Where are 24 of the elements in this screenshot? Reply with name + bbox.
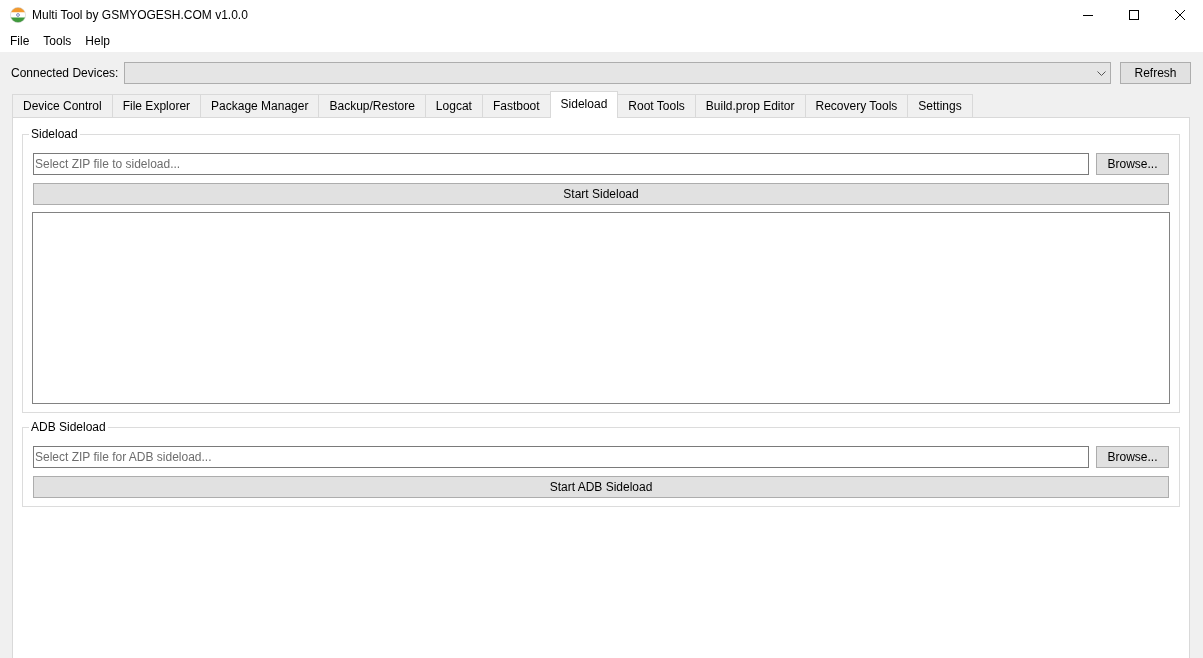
maximize-icon [1129,10,1139,20]
devices-label: Connected Devices: [11,66,119,80]
caret-icon [1097,70,1106,76]
browse-button[interactable]: Browse... [1096,153,1169,175]
browse-button[interactable]: Browse... [1096,446,1169,468]
group-title: ADB Sideload [30,420,107,435]
tab[interactable]: Settings [907,94,973,117]
file-path-field[interactable]: Select ZIP file to sideload... [33,153,1089,175]
tab[interactable]: Sideload [549,91,619,118]
output-log-field[interactable] [32,212,1170,404]
close-icon [1175,10,1185,20]
refresh-button[interactable]: Refresh [1120,62,1191,84]
tab[interactable]: Device Control [12,94,113,117]
menu-item[interactable]: Help [78,31,118,51]
device-dropdown[interactable] [124,62,1111,84]
window-title: Multi Tool by GSMYOGESH.COM v1.0.0 [32,8,248,22]
flag-icon [10,7,26,23]
menu-item[interactable]: Tools [36,31,79,51]
start-sideload-button[interactable]: Start ADB Sideload [33,476,1169,498]
minimize-icon [1083,14,1093,16]
file-path-field[interactable]: Select ZIP file for ADB sideload... [33,446,1089,468]
menu-item[interactable]: File [3,31,37,51]
start-sideload-button[interactable]: Start Sideload [33,183,1169,205]
group-title: Sideload [30,127,79,142]
